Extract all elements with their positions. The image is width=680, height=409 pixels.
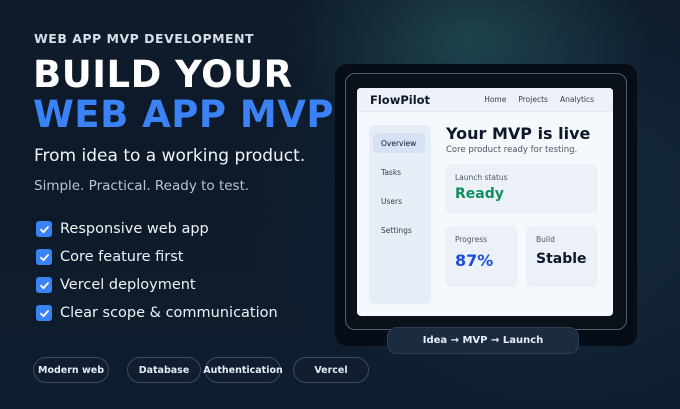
feature-label: Responsive web app bbox=[60, 221, 209, 237]
feature-item: Responsive web app bbox=[36, 215, 278, 243]
tag-modern-web: Modern web bbox=[33, 357, 109, 383]
nav-home[interactable]: Home bbox=[484, 95, 506, 104]
tag-vercel: Vercel bbox=[293, 357, 369, 383]
app-sidebar: Overview Tasks Users Settings bbox=[369, 125, 431, 304]
sidebar-item-tasks[interactable]: Tasks bbox=[373, 162, 425, 182]
feature-item: Vercel deployment bbox=[36, 271, 278, 299]
app-screen: FlowPilot Home Projects Analytics Overvi… bbox=[357, 88, 613, 316]
checkbox-checked-icon bbox=[36, 249, 52, 265]
progress-value: 87% bbox=[455, 251, 494, 270]
checkbox-checked-icon bbox=[36, 305, 52, 321]
tag-database: Database bbox=[127, 357, 201, 383]
nav-projects[interactable]: Projects bbox=[518, 95, 548, 104]
app-header: FlowPilot Home Projects Analytics bbox=[357, 88, 613, 112]
main-title: Your MVP is live bbox=[446, 124, 591, 143]
feature-item: Core feature first bbox=[36, 243, 278, 271]
nav-analytics[interactable]: Analytics bbox=[560, 95, 594, 104]
launch-status-value: Ready bbox=[455, 186, 504, 202]
tagline: Simple. Practical. Ready to test. bbox=[34, 178, 250, 194]
progress-label: Progress bbox=[455, 235, 488, 244]
tablet-screen-frame: FlowPilot Home Projects Analytics Overvi… bbox=[345, 73, 627, 330]
sidebar-item-users[interactable]: Users bbox=[373, 191, 425, 211]
headline: BUILD YOUR WEB APP MVP bbox=[33, 55, 334, 135]
feature-label: Core feature first bbox=[60, 249, 184, 265]
checkbox-checked-icon bbox=[36, 277, 52, 293]
kicker: WEB APP MVP DEVELOPMENT bbox=[34, 31, 255, 46]
feature-list: Responsive web app Core feature first Ve… bbox=[36, 215, 278, 327]
launch-status-card: Launch status Ready bbox=[445, 164, 598, 213]
main-subtitle: Core product ready for testing. bbox=[446, 145, 578, 155]
build-value: Stable bbox=[536, 251, 587, 267]
tag-authentication: Authentication bbox=[203, 357, 283, 383]
headline-line-2: WEB APP MVP bbox=[33, 93, 334, 136]
launch-status-label: Launch status bbox=[455, 173, 508, 182]
sidebar-item-settings[interactable]: Settings bbox=[373, 220, 425, 240]
app-nav: Home Projects Analytics bbox=[472, 95, 594, 104]
build-label: Build bbox=[536, 235, 555, 244]
feature-item: Clear scope & communication bbox=[36, 299, 278, 327]
app-brand: FlowPilot bbox=[370, 92, 431, 107]
feature-label: Clear scope & communication bbox=[60, 305, 278, 321]
flow-pill: Idea → MVP → Launch bbox=[387, 327, 579, 354]
sidebar-item-overview[interactable]: Overview bbox=[373, 133, 425, 153]
headline-line-1: BUILD YOUR bbox=[33, 53, 293, 96]
tablet-mockup: FlowPilot Home Projects Analytics Overvi… bbox=[335, 64, 637, 346]
subtitle: From idea to a working product. bbox=[34, 146, 306, 166]
feature-label: Vercel deployment bbox=[60, 277, 196, 293]
build-card: Build Stable bbox=[526, 226, 598, 287]
checkbox-checked-icon bbox=[36, 221, 52, 237]
progress-card: Progress 87% bbox=[445, 226, 518, 287]
